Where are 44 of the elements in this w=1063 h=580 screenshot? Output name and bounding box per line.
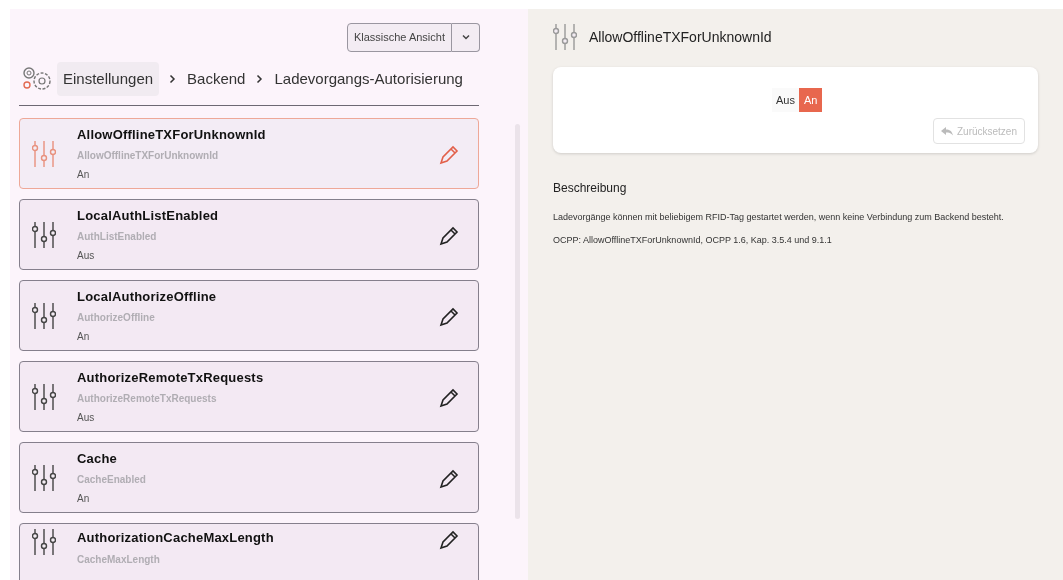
description-heading: Beschreibung — [553, 180, 628, 197]
setting-title: Cache — [77, 449, 119, 468]
setting-value: Aus — [77, 249, 96, 264]
description-text: Ladevorgänge können mit beliebigem RFID-Tag gestartet werden, wenn keine Verbindung zum Backend besteht. — [553, 211, 1005, 224]
setting-key: AuthorizeRemoteTxRequests — [77, 391, 438, 407]
sliders-icon — [32, 139, 56, 168]
setting-item[interactable]: AllowOfflineTXForUnknownId AllowOfflineTXForUnknownId An — [19, 118, 479, 189]
setting-title: AuthorizeRemoteTxRequests — [77, 368, 265, 387]
setting-item[interactable]: AuthorizeRemoteTxRequests AuthorizeRemoteTxRequests Aus — [19, 361, 479, 432]
sliders-icon — [32, 528, 56, 556]
toggle-option[interactable]: Aus — [772, 88, 799, 112]
setting-value: An — [77, 168, 91, 183]
setting-key: AllowOfflineTXForUnknownId — [77, 148, 438, 164]
setting-value: An — [77, 330, 91, 345]
setting-title: AllowOfflineTXForUnknownId — [77, 125, 267, 144]
undo-icon — [940, 126, 953, 136]
pencil-icon[interactable] — [438, 528, 460, 550]
setting-key: CacheEnabled — [77, 472, 438, 488]
sliders-icon — [32, 463, 56, 492]
sliders-icon — [553, 23, 577, 51]
setting-item[interactable]: LocalAuthorizeOffline AuthorizeOffline An — [19, 280, 479, 351]
setting-key: AuthListEnabled — [77, 229, 438, 245]
setting-title: AuthorizationCacheMaxLength — [77, 529, 275, 547]
breadcrumb-link[interactable]: Backend — [186, 67, 247, 91]
setting-key: AuthorizeOffline — [77, 310, 438, 326]
reference-text: OCPP: AllowOfflineTXForUnknownId, OCPP 1.6, Kap. 3.5.4 und 9.1.1 — [553, 234, 833, 247]
setting-title: LocalAuthListEnabled — [77, 206, 220, 225]
setting-item[interactable]: LocalAuthListEnabled AuthListEnabled Aus — [19, 199, 479, 270]
setting-key: CacheMaxLength — [77, 551, 438, 567]
chevron-down-icon — [460, 34, 471, 41]
chevron-right-icon — [256, 74, 264, 84]
view-button[interactable]: Klassische Ansicht — [346, 23, 452, 52]
breadcrumb-link[interactable]: Ladevorgangs-Autorisierung — [273, 67, 464, 91]
sliders-icon — [32, 301, 56, 330]
setting-item[interactable]: AuthorizationCacheMaxLength CacheMaxLength — [19, 523, 479, 580]
setting-item[interactable]: Cache CacheEnabled An — [19, 442, 479, 513]
breadcrumb-link[interactable]: Einstellungen — [57, 61, 160, 97]
setting-title: LocalAuthorizeOffline — [77, 287, 218, 306]
sliders-icon — [32, 382, 56, 411]
detail-title: AllowOfflineTXForUnknownId — [589, 27, 772, 47]
setting-value: Aus — [77, 411, 96, 426]
setting-value: An — [77, 492, 91, 507]
sliders-icon — [32, 220, 56, 249]
chevron-right-icon — [169, 74, 177, 84]
